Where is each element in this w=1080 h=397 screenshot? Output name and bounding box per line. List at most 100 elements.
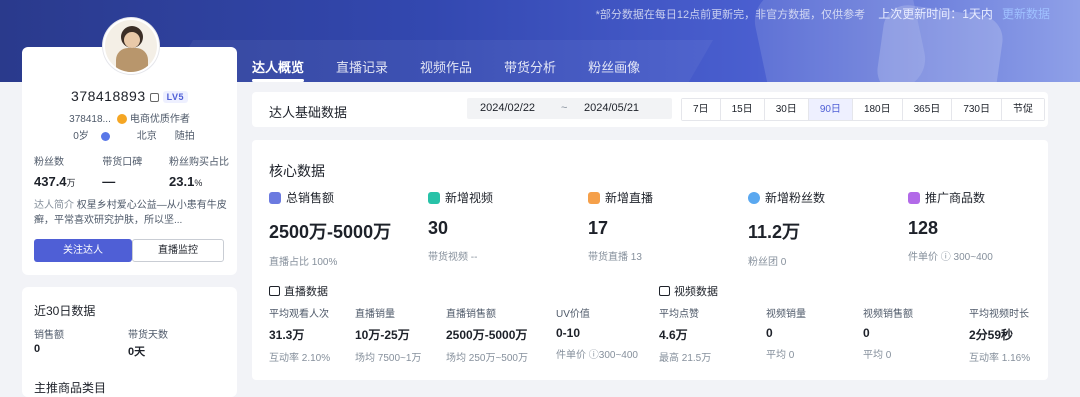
metric-new-fans: 新增粉丝数 11.2万 粉丝团 0 [748, 189, 825, 268]
metric-value: 2500万-5000万 [269, 222, 392, 242]
period-730d[interactable]: 730日 [952, 99, 1002, 120]
stat-value: — [102, 174, 116, 189]
metric-total-sales: 总销售额 2500万-5000万 直播占比 100% [269, 189, 391, 268]
period-180d[interactable]: 180日 [852, 99, 903, 120]
sm-value: 4.6万 [659, 328, 688, 342]
sm-sub: 最高 21.5万 [659, 353, 712, 364]
live-data-title: 直播数据 [269, 283, 328, 299]
metric-new-videos: 新增视频 30 带货视频 -- [428, 189, 493, 263]
metric-sub: 带货视频 -- [428, 252, 478, 263]
live-data-label: 直播数据 [284, 286, 328, 298]
fans-icon [748, 191, 760, 204]
avatar[interactable] [103, 18, 159, 74]
sm-label: 平均视频时长 [969, 309, 1029, 320]
sales-icon [269, 191, 281, 204]
profile-name: 378418893 [71, 88, 146, 104]
metric-label: 新增粉丝数 [765, 191, 826, 205]
tab-fan-profile[interactable]: 粉丝画像 [588, 58, 640, 82]
period-7d[interactable]: 7日 [682, 99, 721, 120]
stat-unit: 万 [66, 178, 76, 188]
video-sales-amount: 视频销售额 0 平均 0 [863, 305, 913, 361]
video-data-icon [659, 286, 670, 296]
sm-value: 2分59秒 [969, 328, 1014, 342]
period-selector: 7日 15日 30日 90日 180日 365日 730日 节促 [681, 98, 1045, 121]
data-disclaimer: *部分数据在每日12点前更新完，非官方数据，仅供参考 [595, 9, 866, 21]
core-data-title: 核心数据 [269, 163, 325, 179]
sm-label: UV价值 [556, 309, 590, 320]
metric-value: 128 [908, 218, 939, 238]
period-30d[interactable]: 30日 [764, 99, 809, 120]
recent-30-title: 近30日数据 [34, 304, 96, 318]
video-data-label: 视频数据 [674, 286, 718, 298]
date-end[interactable]: 2024/05/21 [584, 102, 639, 114]
profile-meta: 0岁 北京 随拍 [22, 127, 237, 142]
live-monitor-button[interactable]: 直播监控 [132, 239, 224, 262]
sm-label: 视频销量 [766, 309, 806, 320]
video-avg-duration: 平均视频时长 2分59秒互动率 1.16% [969, 305, 1030, 364]
sm-sub: 平均 0 [766, 350, 795, 361]
quality-author-icon [116, 114, 127, 125]
sm-value: 0 [766, 326, 773, 340]
period-15d[interactable]: 15日 [720, 99, 765, 120]
period-90d[interactable]: 90日 [808, 99, 853, 120]
base-data-title: 达人基础数据 [269, 105, 348, 120]
metric-value: 11.2万 [748, 222, 801, 242]
sm-value: 2500万-5000万 [446, 328, 528, 342]
sm-sub: 互动率 2.10% [269, 353, 331, 364]
period-365d[interactable]: 365日 [902, 99, 953, 120]
main-category-title: 主推商品类目 [34, 381, 107, 395]
stat-label: 带货口碑 [102, 157, 143, 168]
main-tabs: 达人概览 直播记录 视频作品 带货分析 粉丝画像 [252, 58, 672, 82]
base-data-bar: 达人基础数据 2024/02/22 ~ 2024/05/21 7日 15日 30… [252, 92, 1048, 127]
sm-sub: 平均 0 [863, 350, 892, 361]
core-data-panel: 核心数据 总销售额 2500万-5000万 直播占比 100% 新增视频 30 … [252, 140, 1048, 380]
profile-id: 378418... [69, 114, 111, 125]
stat-label: 粉丝购买占比 [169, 157, 229, 168]
live-avg-views: 平均观看人次 31.3万 互动率 2.10% [269, 305, 330, 364]
stat-reputation: 带货口碑 — [102, 153, 142, 189]
profile-name-row: 378418893 LV5 [22, 88, 237, 104]
stat-value: 437.4 [34, 174, 67, 189]
live-icon [588, 191, 600, 204]
tab-overview[interactable]: 达人概览 [252, 58, 305, 82]
profile-age: 0岁 [73, 131, 89, 142]
metric-value: 30 [428, 218, 449, 238]
date-start[interactable]: 2024/02/22 [480, 102, 535, 114]
update-data-link[interactable]: 更新数据 [1002, 7, 1050, 21]
sales-days-label: 带货天数 [128, 330, 168, 341]
sm-value: 0-10 [556, 326, 581, 340]
sm-label: 直播销售额 [446, 309, 496, 320]
metric-label: 推广商品数 [925, 191, 986, 205]
stat-unit: % [194, 178, 203, 188]
copy-icon[interactable] [149, 92, 159, 102]
sm-sub: 场均 250万~500万 [446, 353, 528, 364]
period-promotion[interactable]: 节促 [1002, 99, 1044, 120]
profile-intro: 达人简介 权星乡村爱心公益—从小患有牛皮癣，平常喜欢研究护肤，所以坚... [34, 198, 229, 228]
metric-label: 总销售额 [286, 191, 335, 205]
metric-promoted-products: 推广商品数 128 件单价 ⓘ 300~400 [908, 189, 993, 263]
sm-sub: 互动率 1.16% [969, 353, 1031, 364]
level-badge: LV5 [162, 91, 188, 104]
tab-live-records[interactable]: 直播记录 [336, 58, 388, 82]
sm-label: 平均点赞 [659, 309, 699, 320]
sales-label: 销售额 [34, 330, 64, 341]
follow-button[interactable]: 关注达人 [34, 239, 132, 262]
metric-sub: 件单价 ⓘ 300~400 [908, 252, 993, 263]
stat-fans: 粉丝数 437.4万 [34, 153, 76, 189]
sm-sub: 件单价 ⓘ300~400 [556, 350, 638, 361]
profile-card: 378418893 LV5 378418... 电商优质作者 0岁 北京 随拍 粉丝… [22, 47, 237, 275]
sales-value: 0 [34, 343, 41, 355]
sm-value: 0 [863, 326, 870, 340]
stat-label: 粉丝数 [34, 157, 64, 168]
date-range-picker[interactable]: 2024/02/22 ~ 2024/05/21 [467, 98, 672, 119]
metric-label: 新增直播 [605, 191, 654, 205]
tab-sales-analysis[interactable]: 带货分析 [504, 58, 556, 82]
sm-label: 视频销售额 [863, 309, 913, 320]
last-update-time: 上次更新时间：1天内 [878, 7, 993, 21]
tab-videos[interactable]: 视频作品 [420, 58, 472, 82]
metric-sub: 直播占比 100% [269, 257, 338, 268]
stat-fan-purchase-ratio: 粉丝购买占比 23.1% [169, 153, 229, 189]
live-sales-volume: 直播销量 10万-25万 场均 7500~1万 [355, 305, 421, 364]
profile-stats: 粉丝数 437.4万 带货口碑 — 粉丝购买占比 23.1% [34, 153, 229, 189]
video-sales-volume: 视频销量 0 平均 0 [766, 305, 806, 361]
